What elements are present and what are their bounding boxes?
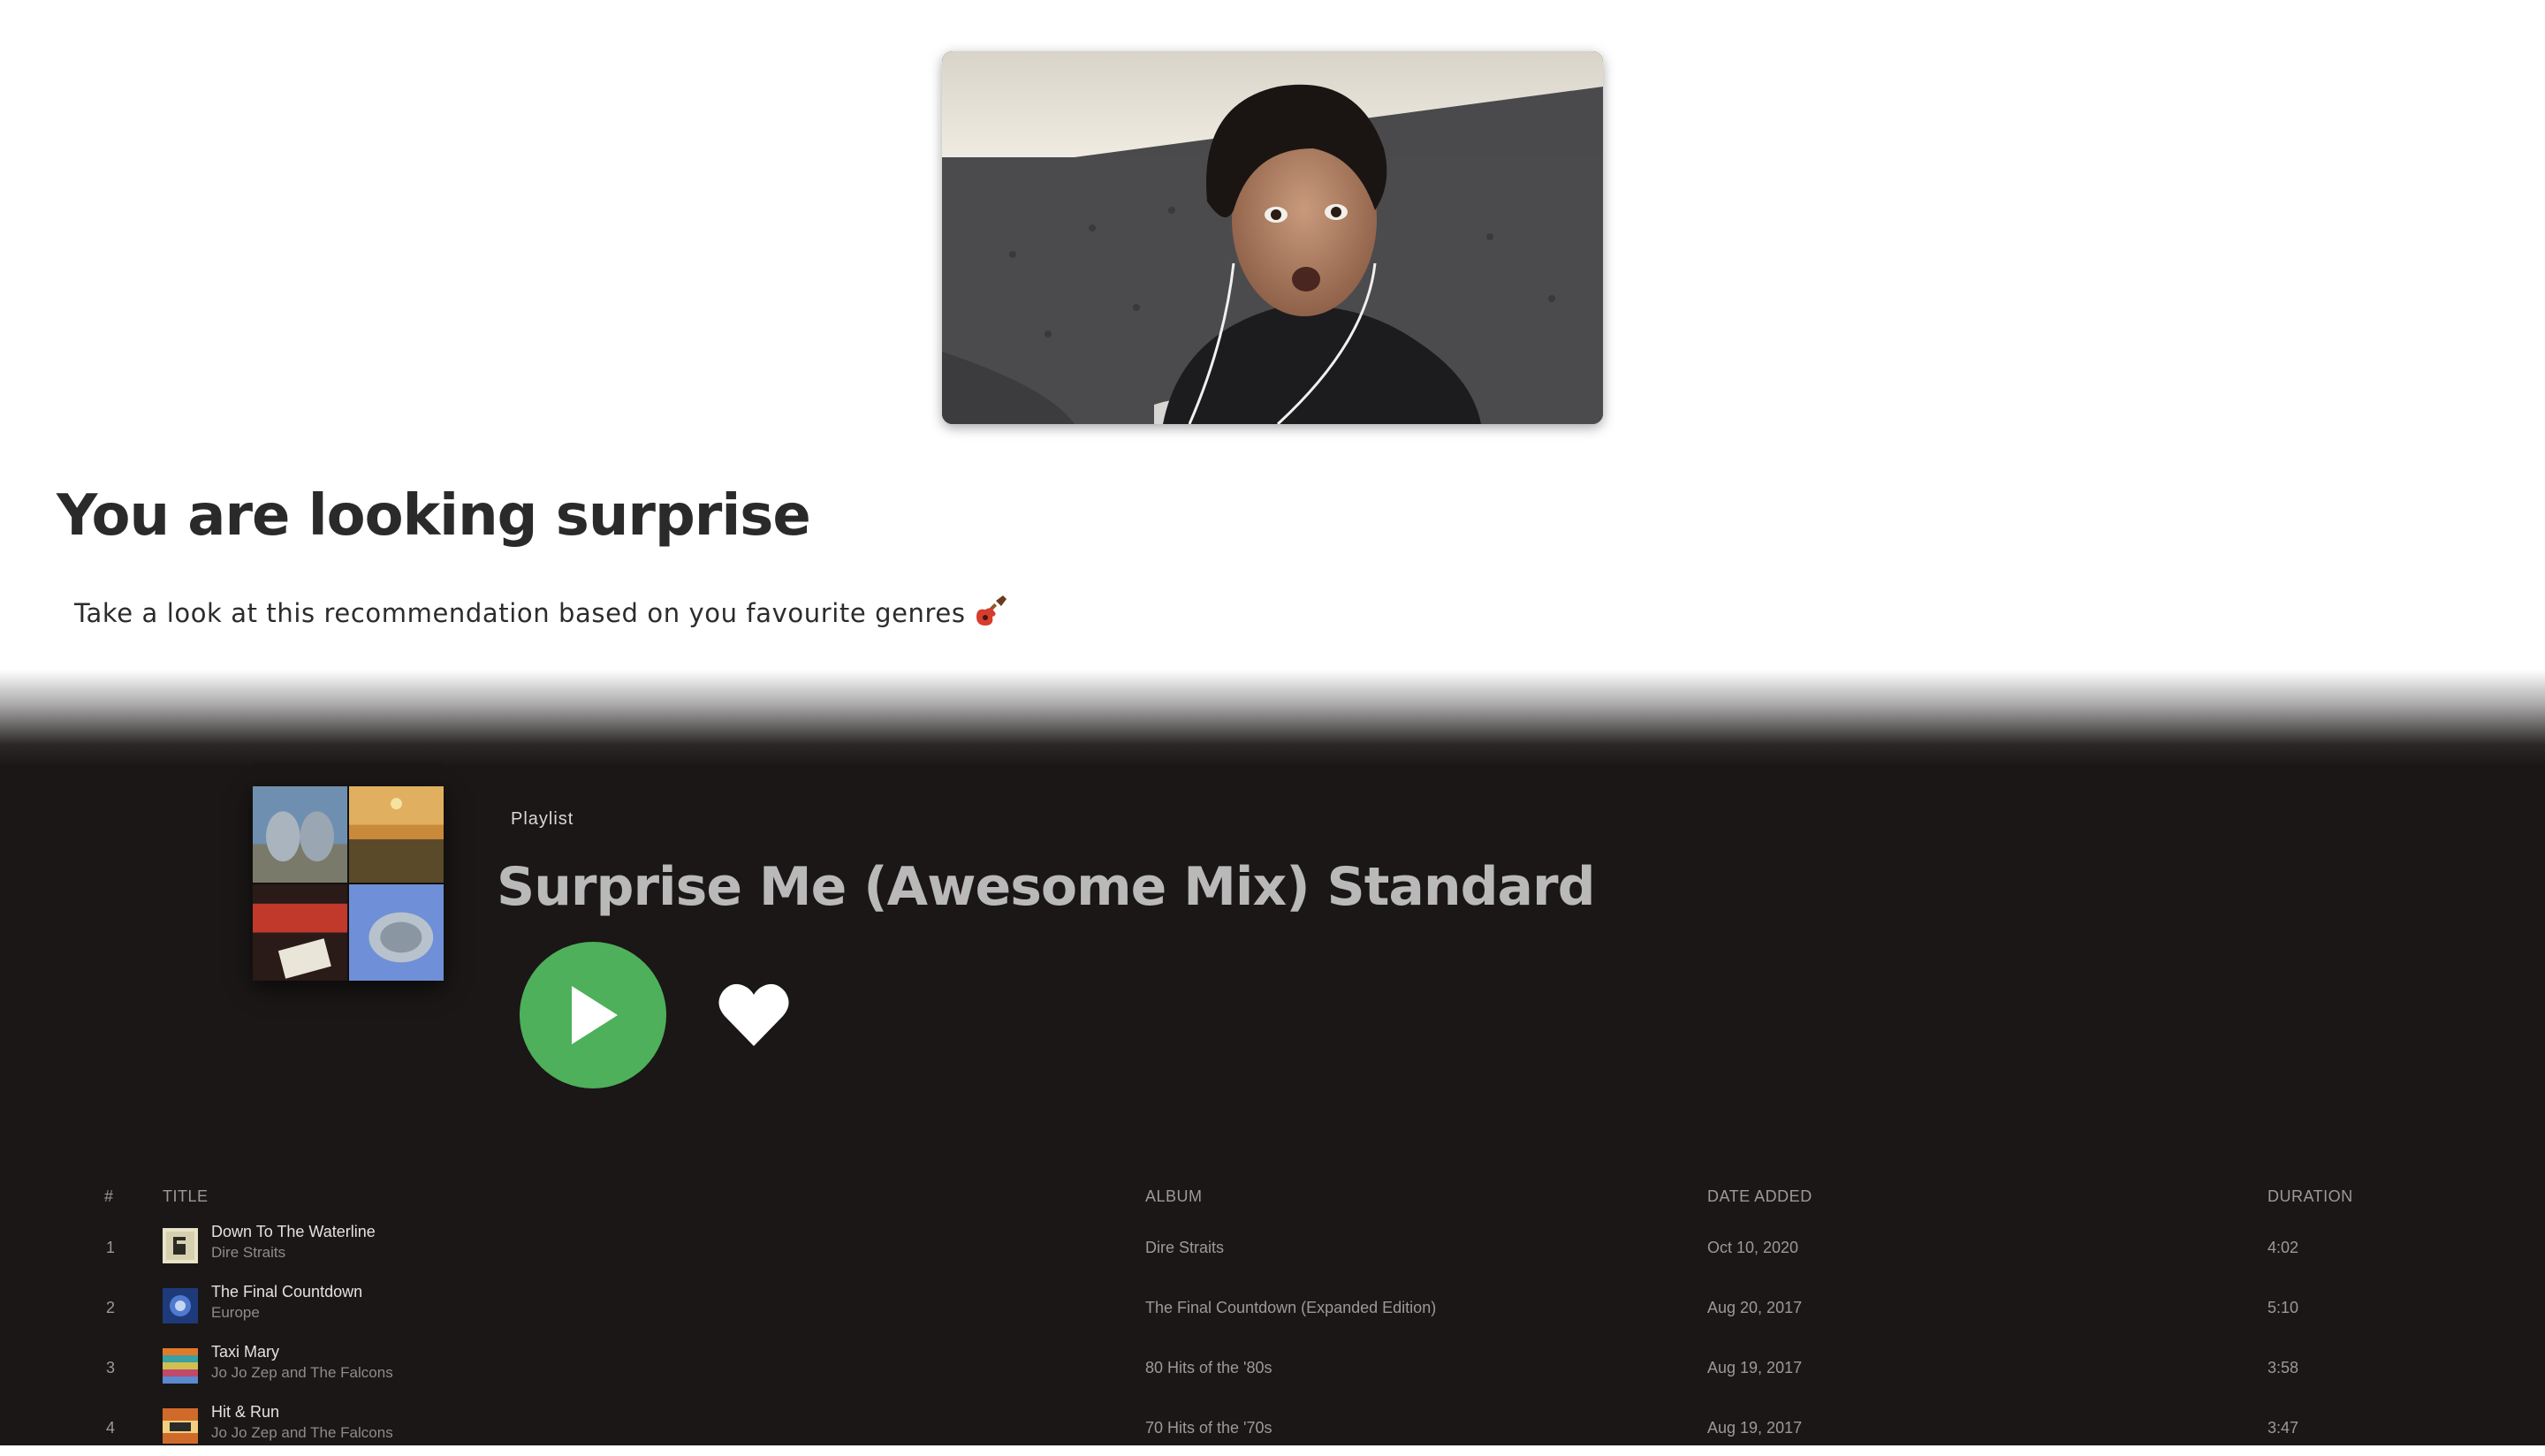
- track-date-added: Aug 19, 2017: [1707, 1418, 1803, 1437]
- header-number: #: [104, 1187, 114, 1205]
- header-date-added: DATE ADDED: [1707, 1187, 1812, 1205]
- playlist-cover: [253, 786, 444, 981]
- playlist-type-label: Playlist: [511, 809, 574, 829]
- track-row[interactable]: 4 Hit & Run Jo Jo Zep and The Falcons 70…: [0, 1399, 2545, 1456]
- header-title: TITLE: [163, 1187, 209, 1205]
- track-row[interactable]: 3 Taxi Mary Jo Jo Zep and The Falcons 80…: [0, 1339, 2545, 1396]
- heart-icon: [718, 983, 789, 1046]
- track-date-added: Oct 10, 2020: [1707, 1238, 1799, 1256]
- track-album[interactable]: Dire Straits: [1145, 1219, 1224, 1276]
- track-thumbnail: [163, 1408, 198, 1444]
- track-album[interactable]: The Final Countdown (Expanded Edition): [1145, 1279, 1436, 1336]
- track-row[interactable]: 2 The Final Countdown Europe The Final C…: [0, 1279, 2545, 1336]
- track-artist[interactable]: Europe: [211, 1304, 260, 1322]
- header-duration: DURATION: [2268, 1187, 2353, 1205]
- header-album: ALBUM: [1145, 1187, 1203, 1205]
- track-number: 3: [106, 1358, 116, 1376]
- track-album[interactable]: 80 Hits of the '80s: [1145, 1339, 1272, 1396]
- guitar-icon: [973, 594, 1008, 629]
- webcam-preview: [942, 51, 1603, 424]
- track-duration: 5:10: [2268, 1298, 2299, 1316]
- track-duration: 3:58: [2268, 1358, 2299, 1376]
- recommendation-subtext-label: Take a look at this recommendation based…: [74, 598, 966, 628]
- track-title[interactable]: Taxi Mary: [211, 1343, 279, 1361]
- track-thumbnail: [163, 1288, 198, 1323]
- track-title[interactable]: Hit & Run: [211, 1403, 279, 1422]
- webcam-image: [942, 51, 1603, 424]
- track-thumbnail: [163, 1348, 198, 1384]
- recommendation-subtext: Take a look at this recommendation based…: [74, 594, 1008, 631]
- track-table-header: # TITLE ALBUM DATE ADDED DURATION: [0, 1187, 2545, 1209]
- track-thumbnail: [163, 1228, 198, 1263]
- track-duration: 3:47: [2268, 1418, 2299, 1437]
- track-title[interactable]: The Final Countdown: [211, 1283, 362, 1301]
- play-icon: [572, 986, 618, 1044]
- track-artist[interactable]: Jo Jo Zep and The Falcons: [211, 1424, 393, 1442]
- track-number: 1: [106, 1238, 116, 1256]
- play-button[interactable]: [520, 942, 666, 1088]
- track-duration: 4:02: [2268, 1238, 2299, 1256]
- track-album[interactable]: 70 Hits of the '70s: [1145, 1399, 1272, 1456]
- track-date-added: Aug 19, 2017: [1707, 1358, 1803, 1376]
- like-button[interactable]: [718, 981, 790, 1048]
- track-date-added: Aug 20, 2017: [1707, 1298, 1803, 1316]
- track-row[interactable]: 1 Down To The Waterline Dire Straits Dir…: [0, 1219, 2545, 1276]
- cover-art-tile: [349, 786, 444, 883]
- track-title[interactable]: Down To The Waterline: [211, 1223, 376, 1241]
- cover-art-tile: [349, 884, 444, 981]
- track-artist[interactable]: Jo Jo Zep and The Falcons: [211, 1364, 393, 1382]
- emotion-headline: You are looking surprise: [57, 483, 811, 549]
- track-number: 2: [106, 1298, 116, 1316]
- playlist-title: Surprise Me (Awesome Mix) Standard: [497, 856, 1596, 918]
- cover-art-tile: [253, 884, 347, 981]
- track-artist[interactable]: Dire Straits: [211, 1244, 285, 1262]
- track-number: 4: [106, 1418, 116, 1437]
- cover-art-tile: [253, 786, 347, 883]
